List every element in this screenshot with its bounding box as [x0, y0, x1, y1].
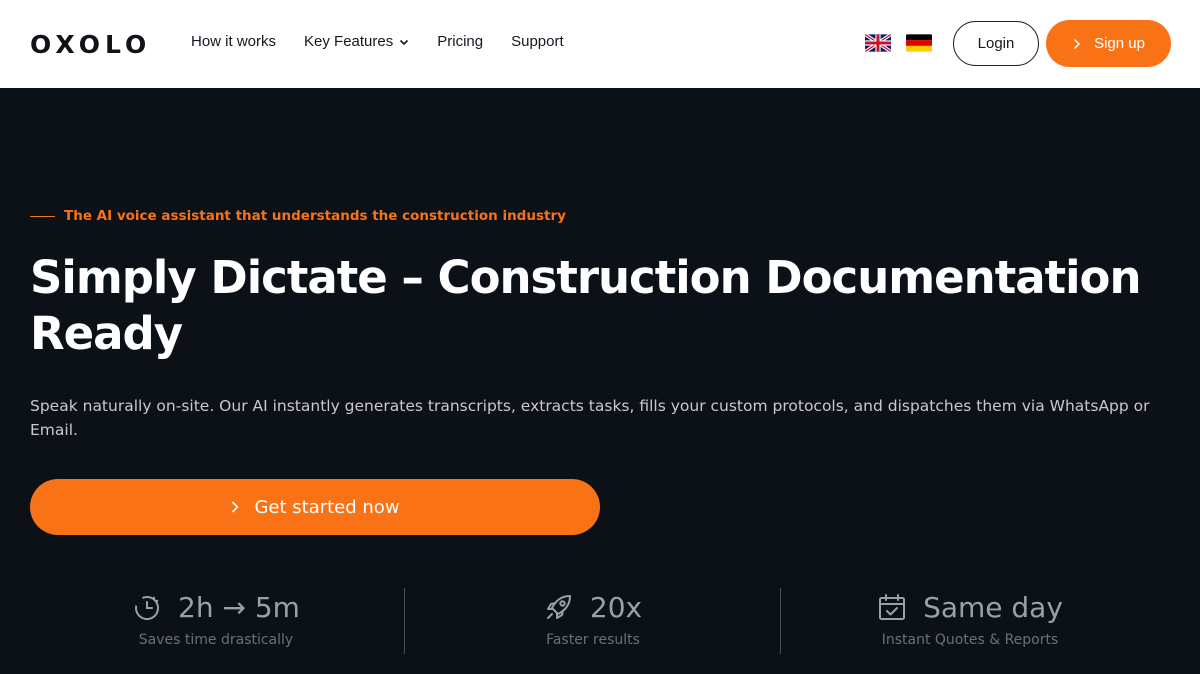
stat-faster-results: 20x Faster results	[405, 588, 781, 658]
nav-how-it-works[interactable]: How it works	[191, 33, 276, 50]
main-nav: How it works Key Features Pricing Suppor…	[191, 33, 592, 50]
tagline-dash	[30, 215, 55, 217]
chevron-down-icon	[400, 39, 409, 45]
nav-key-features-label: Key Features	[304, 33, 394, 50]
hero-title: Simply Dictate – Construction Documentat…	[30, 251, 1141, 360]
nav-pricing-label: Pricing	[437, 33, 484, 50]
stat-faster-results-value: 20x	[589, 590, 643, 624]
stat-same-day: Same day Instant Quotes & Reports	[782, 588, 1158, 658]
hero-tagline: The AI voice assistant that understands …	[30, 208, 566, 224]
nav-support[interactable]: Support	[511, 33, 564, 50]
get-started-button-label: Get started now	[254, 496, 400, 518]
stat-same-day-value: Same day	[923, 590, 1063, 624]
calendar-check-icon	[879, 594, 906, 620]
stat-faster-results-label: Faster results	[546, 632, 640, 648]
stat-time-saved-label: Saves time drastically	[138, 632, 294, 648]
signup-button-label: Sign up	[1094, 35, 1145, 52]
stat-time-saved: 2h → 5m Saves time drastically	[28, 588, 404, 658]
top-navigation-bar: OXOLO How it works Key Features Pricing …	[0, 0, 1200, 88]
stat-same-day-label: Instant Quotes & Reports	[881, 632, 1059, 648]
nav-key-features[interactable]: Key Features	[304, 33, 409, 50]
stat-time-saved-value: 2h → 5m	[178, 590, 300, 624]
nav-support-label: Support	[511, 33, 564, 50]
login-button[interactable]: Login	[953, 21, 1039, 66]
chevron-right-icon	[232, 501, 240, 513]
signup-button[interactable]: Sign up	[1046, 20, 1171, 67]
stat-divider	[780, 588, 781, 654]
get-started-button[interactable]: Get started now	[30, 479, 600, 535]
nav-how-it-works-label: How it works	[191, 33, 277, 50]
oxolo-logo[interactable]: OXOLO	[30, 30, 151, 59]
hero-tagline-text: The AI voice assistant that understands …	[64, 208, 566, 224]
english-flag-icon[interactable]	[865, 34, 891, 52]
chevron-right-icon	[1074, 38, 1081, 49]
hero-subtitle: Speak naturally on-site. Our AI instantl…	[30, 397, 1150, 439]
nav-pricing[interactable]: Pricing	[437, 33, 483, 50]
stopwatch-icon	[135, 596, 160, 620]
german-flag-icon[interactable]	[906, 34, 932, 52]
rocket-icon	[546, 595, 571, 619]
